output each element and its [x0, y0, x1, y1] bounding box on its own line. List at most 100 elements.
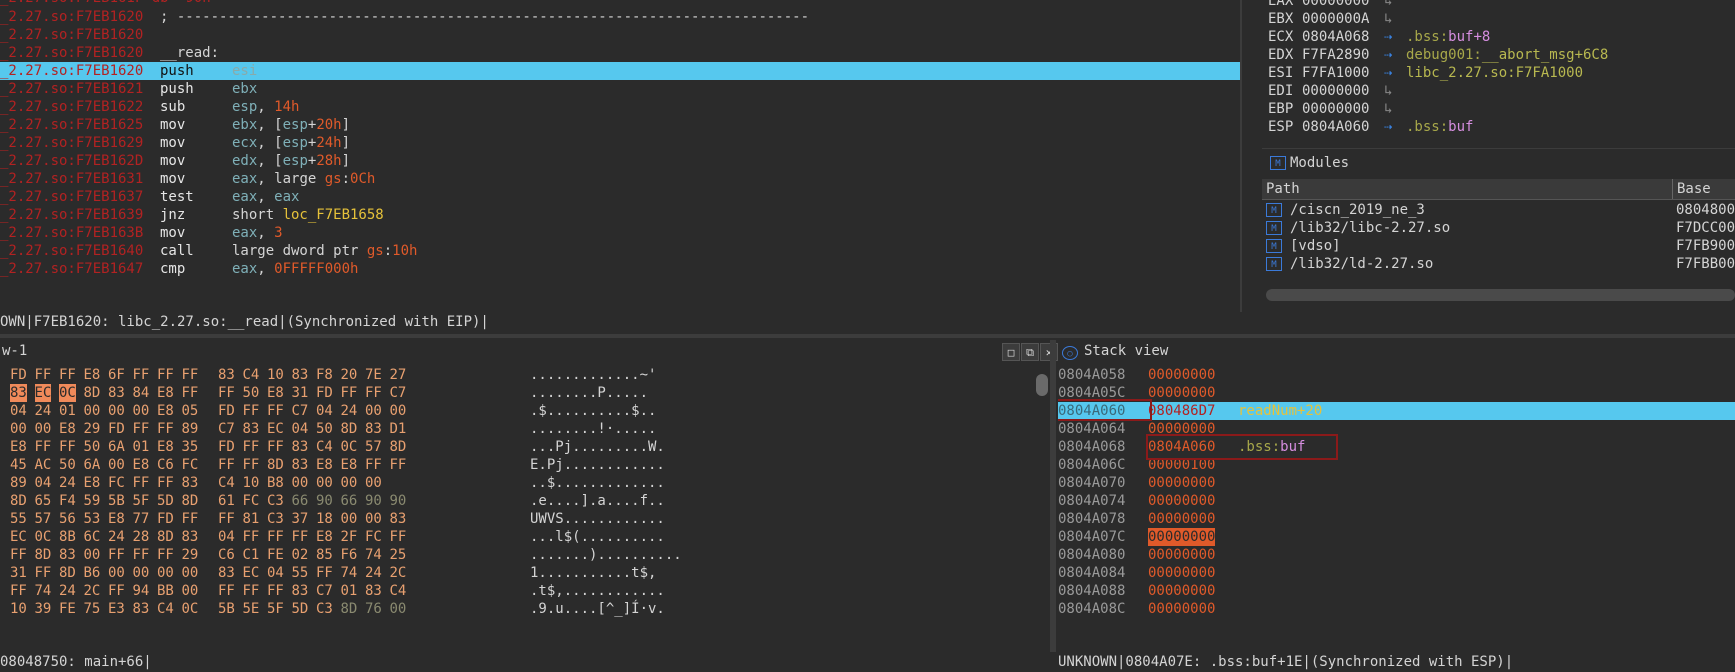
- disasm-row[interactable]: _2.27.so:F7EB1629 mov ecx, [esp+24h]: [0, 134, 1240, 152]
- hex-byte[interactable]: FE: [267, 546, 284, 564]
- hex-byte[interactable]: C4: [316, 438, 333, 456]
- stack-row[interactable]: 0804A058 00000000: [1058, 368, 1735, 384]
- hex-byte[interactable]: 5D: [292, 600, 309, 618]
- stack-row[interactable]: 0804A080 00000000: [1058, 546, 1735, 564]
- register-value[interactable]: F7FA2890: [1302, 46, 1369, 64]
- hex-byte[interactable]: 00: [390, 600, 407, 618]
- hex-byte[interactable]: 0C: [35, 528, 52, 546]
- stack-value[interactable]: 00000000: [1148, 546, 1215, 564]
- disasm-row[interactable]: _2.27.so:F7EB1625 mov ebx, [esp+20h]: [0, 116, 1240, 134]
- hex-byte[interactable]: 83: [390, 510, 407, 528]
- hex-byte[interactable]: 83: [243, 420, 260, 438]
- disasm-row-partial[interactable]: _2.27.so:F7EB161F db 90h: [0, 0, 1240, 8]
- hex-byte[interactable]: FF: [267, 528, 284, 546]
- hex-byte[interactable]: FF: [365, 456, 382, 474]
- hex-byte[interactable]: 8B: [59, 528, 76, 546]
- hex-byte[interactable]: 00: [108, 402, 125, 420]
- stack-row[interactable]: 0804A084 00000000: [1058, 564, 1735, 582]
- hex-byte[interactable]: 8D: [35, 546, 52, 564]
- hex-byte[interactable]: 24: [35, 402, 52, 420]
- hex-byte[interactable]: 25: [390, 546, 407, 564]
- disasm-row[interactable]: _2.27.so:F7EB1631 mov eax, large gs:0Ch: [0, 170, 1240, 188]
- col-path[interactable]: Path: [1266, 179, 1300, 199]
- hex-byte[interactable]: FF: [157, 420, 174, 438]
- hex-byte[interactable]: FF: [157, 368, 174, 384]
- hex-byte[interactable]: FF: [182, 384, 199, 402]
- hex-byte[interactable]: FC: [182, 456, 199, 474]
- hex-byte[interactable]: 8D: [59, 564, 76, 582]
- hex-byte[interactable]: FF: [390, 528, 407, 546]
- hex-byte[interactable]: 00: [133, 402, 150, 420]
- hex-byte[interactable]: E8: [59, 420, 76, 438]
- hex-byte[interactable]: 8D: [10, 492, 27, 510]
- hex-byte[interactable]: FF: [243, 456, 260, 474]
- hex-byte[interactable]: EC: [267, 420, 284, 438]
- stack-value[interactable]: 00000000: [1148, 510, 1215, 528]
- register-row[interactable]: ECX 0804A068 ⇢ .bss:buf+8: [1268, 28, 1728, 46]
- disasm-row[interactable]: _2.27.so:F7EB1620 ; ---------------------…: [0, 8, 1240, 26]
- hex-byte[interactable]: 04: [267, 564, 284, 582]
- hex-byte[interactable]: 83: [59, 546, 76, 564]
- hex-byte[interactable]: FF: [390, 456, 407, 474]
- hex-byte[interactable]: C1: [243, 546, 260, 564]
- disasm-row[interactable]: _2.27.so:F7EB1640 call large dword ptr gs:…: [0, 242, 1240, 260]
- hex-byte[interactable]: FF: [157, 474, 174, 492]
- register-value[interactable]: 00000000: [1302, 0, 1369, 10]
- hex-byte[interactable]: FF: [35, 438, 52, 456]
- divider[interactable]: [1050, 340, 1056, 652]
- hex-byte[interactable]: E8: [157, 402, 174, 420]
- hex-byte[interactable]: 8D: [341, 420, 358, 438]
- hex-byte[interactable]: 8D: [390, 438, 407, 456]
- hex-byte[interactable]: 83: [292, 582, 309, 600]
- hex-byte[interactable]: FF: [267, 582, 284, 600]
- disasm-row[interactable]: _2.27.so:F7EB1620: [0, 26, 1240, 44]
- hex-byte[interactable]: 10: [10, 600, 27, 618]
- hex-byte[interactable]: 10: [267, 368, 284, 384]
- stack-row[interactable]: 0804A08C 00000000: [1058, 600, 1735, 618]
- hex-byte[interactable]: 90: [365, 492, 382, 510]
- hex-byte[interactable]: 00: [182, 582, 199, 600]
- stack-view[interactable]: 0804A058 00000000 0804A05C 00000000 0804A060…: [1058, 368, 1735, 658]
- hex-byte[interactable]: FF: [133, 420, 150, 438]
- hex-byte[interactable]: FD: [10, 368, 27, 384]
- register-row[interactable]: EDX F7FA2890 ⇢ debug001:__abort_msg+6C8: [1268, 46, 1728, 64]
- hex-byte[interactable]: 83: [218, 564, 235, 582]
- hex-byte[interactable]: FF: [218, 384, 235, 402]
- hex-byte[interactable]: FF: [133, 474, 150, 492]
- disasm-row[interactable]: _2.27.so:F7EB1622 sub esp, 14h: [0, 98, 1240, 116]
- stack-value[interactable]: 00000000: [1148, 474, 1215, 492]
- hex-byte[interactable]: 00: [341, 474, 358, 492]
- module-row[interactable]: M [vdso] F7FB900: [1262, 237, 1735, 256]
- hex-byte[interactable]: 0C: [59, 384, 76, 402]
- hex-byte[interactable]: 90: [316, 492, 333, 510]
- hex-byte[interactable]: C7: [316, 582, 333, 600]
- disasm-row[interactable]: _2.27.so:F7EB1647 cmp eax, 0FFFFF000h: [0, 260, 1240, 278]
- hex-byte[interactable]: 29: [182, 546, 199, 564]
- hex-byte[interactable]: 05: [182, 402, 199, 420]
- hex-byte[interactable]: 7E: [365, 368, 382, 384]
- hex-view[interactable]: FD FF FF E8 6F FF FF FF 83 C4 10 83 F8 20 7E 27........…: [0, 368, 1048, 658]
- hex-byte[interactable]: 00: [365, 474, 382, 492]
- hex-byte[interactable]: 8D: [157, 528, 174, 546]
- disasm-row[interactable]: _2.27.so:F7EB162D mov edx, [esp+28h]: [0, 152, 1240, 170]
- hex-byte[interactable]: 00: [108, 564, 125, 582]
- hex-byte[interactable]: 6A: [84, 456, 101, 474]
- disasm-row[interactable]: _2.27.so:F7EB163B mov eax, 3: [0, 224, 1240, 242]
- hex-byte[interactable]: 00: [316, 474, 333, 492]
- registers-view[interactable]: EAX 00000000 ↳ EBX 0000000A ↳ ECX 0804A068 ⇢ .bss…: [1262, 0, 1735, 140]
- register-value[interactable]: 0000000A: [1302, 10, 1369, 28]
- hex-byte[interactable]: 83: [292, 438, 309, 456]
- stack-value[interactable]: 00000000: [1148, 600, 1215, 618]
- hex-byte[interactable]: FF: [218, 456, 235, 474]
- hex-byte[interactable]: 5E: [243, 600, 260, 618]
- hex-byte[interactable]: FD: [316, 384, 333, 402]
- hex-byte[interactable]: C7: [390, 384, 407, 402]
- hex-byte[interactable]: E8: [108, 510, 125, 528]
- hex-byte[interactable]: 5F: [267, 600, 284, 618]
- register-value[interactable]: 00000000: [1302, 100, 1369, 118]
- hex-byte[interactable]: FF: [218, 510, 235, 528]
- hex-byte[interactable]: 74: [341, 564, 358, 582]
- stack-row[interactable]: 0804A070 00000000: [1058, 474, 1735, 492]
- hex-byte[interactable]: FC: [365, 528, 382, 546]
- hex-byte[interactable]: 00: [84, 546, 101, 564]
